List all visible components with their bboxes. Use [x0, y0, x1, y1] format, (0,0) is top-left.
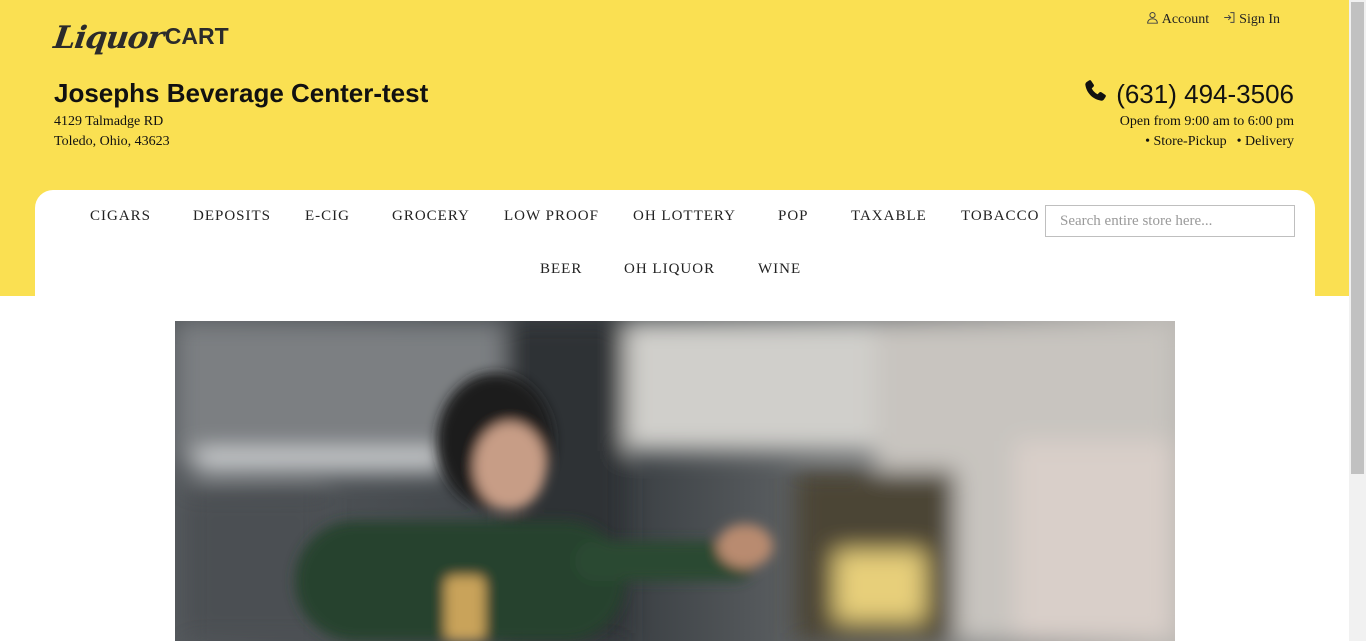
nav-item-wine[interactable]: WINE [758, 261, 801, 278]
store-hours: Open from 9:00 am to 6:00 pm [1119, 114, 1294, 129]
service-pickup: • Store-Pickup [1145, 134, 1227, 149]
nav-item-low-proof[interactable]: LOW PROOF [504, 208, 599, 225]
nav-item-pop[interactable]: POP [778, 208, 809, 225]
top-links: Account Sign In [1146, 11, 1280, 29]
store-name: Josephs Beverage Center-test [54, 78, 429, 108]
nav-item-deposits[interactable]: DEPOSITS [193, 208, 271, 225]
logo-script-text: Liquor [51, 20, 166, 56]
sign-in-link[interactable]: Sign In [1223, 11, 1280, 29]
logo-cart-text: CART [164, 23, 229, 49]
nav-item-e-cig[interactable]: E-CIG [305, 208, 350, 225]
sign-in-label: Sign In [1239, 12, 1280, 27]
nav-item-grocery[interactable]: GROCERY [392, 208, 470, 225]
sign-in-icon [1223, 11, 1236, 29]
store-phone[interactable]: (631) 494-3506 [1082, 78, 1294, 111]
scrollbar-thumb[interactable] [1351, 2, 1364, 474]
store-services: • Store-Pickup • Delivery [1145, 134, 1294, 150]
service-delivery: • Delivery [1236, 134, 1294, 149]
phone-number: (631) 494-3506 [1116, 79, 1294, 109]
nav-item-cigars[interactable]: CIGARS [90, 208, 151, 225]
user-icon [1146, 11, 1159, 29]
search-input[interactable] [1045, 205, 1295, 237]
nav-item-beer[interactable]: BEER [540, 261, 582, 278]
store-address-line1: 4129 Talmadge RD [54, 114, 164, 129]
phone-icon [1082, 78, 1108, 111]
hero-photo-illustration [175, 321, 1175, 641]
store-address-line2: Toledo, Ohio, 43623 [54, 134, 170, 149]
liquorcart-logo[interactable]: Liquor CART [51, 8, 229, 56]
nav-item-tobacco[interactable]: TOBACCO [961, 208, 1039, 225]
account-label: Account [1161, 12, 1210, 27]
hero-banner-image [175, 321, 1175, 641]
nav-item-taxable[interactable]: TAXABLE [851, 208, 927, 225]
page-scrollbar[interactable] [1349, 0, 1366, 641]
nav-item-oh-liquor[interactable]: OH LIQUOR [624, 261, 715, 278]
account-link[interactable]: Account [1146, 11, 1209, 29]
nav-item-oh-lottery[interactable]: OH LOTTERY [633, 208, 736, 225]
